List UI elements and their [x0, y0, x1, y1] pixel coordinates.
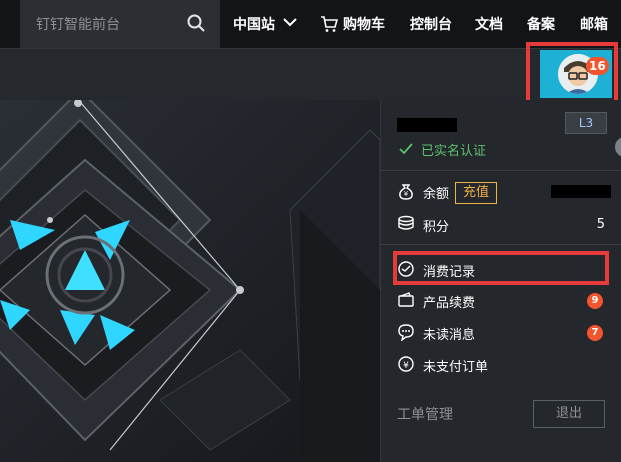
unpaid-orders-label: 未支付订单: [423, 360, 489, 375]
messages-label: 未读消息: [423, 328, 476, 343]
consumption-highlight-frame: [393, 251, 609, 285]
wallet-icon: [398, 292, 414, 307]
menu-item-points[interactable]: 积分: [397, 213, 609, 237]
logout-button[interactable]: 退出: [533, 400, 605, 428]
coin-stack-icon: [398, 215, 414, 230]
balance-value-redacted: [551, 185, 611, 198]
messages-count-badge: 7: [587, 325, 603, 341]
points-label: 积分: [423, 220, 450, 235]
workorder-link[interactable]: 工单管理: [397, 404, 453, 424]
docs-link[interactable]: 文档: [475, 14, 503, 34]
region-selector[interactable]: 中国站: [233, 14, 275, 34]
cart-link[interactable]: 购物车: [343, 14, 385, 34]
verified-status: 已实名认证: [399, 140, 486, 159]
balance-label: 余额: [423, 187, 450, 202]
member-level-badge[interactable]: L3: [565, 112, 607, 134]
mail-link[interactable]: 邮箱: [580, 14, 608, 34]
top-nav-bar: 钉钉智能前台 中国站 购物车 控制台 文档 备案 邮箱: [0, 0, 621, 48]
chat-bubble-icon: [398, 324, 414, 341]
yen-circle-icon: ¥: [398, 356, 414, 372]
money-bag-icon: ¥: [399, 184, 413, 200]
renewal-label: 产品续费: [423, 296, 476, 311]
hero-banner-art: [0, 100, 380, 462]
console-link[interactable]: 控制台: [410, 14, 452, 34]
menu-item-messages[interactable]: 未读消息 7: [397, 321, 609, 345]
cart-icon[interactable]: [320, 15, 338, 33]
chevron-down-icon[interactable]: [283, 17, 297, 27]
topup-button[interactable]: 充值: [455, 182, 497, 204]
search-input[interactable]: 钉钉智能前台: [36, 14, 120, 34]
filing-link[interactable]: 备案: [527, 14, 555, 34]
renewal-count-badge: 9: [587, 293, 603, 309]
username-redacted: [397, 118, 457, 132]
abstract-cube-illustration: [0, 100, 380, 462]
verified-text: 已实名认证: [421, 144, 487, 159]
check-icon: [399, 143, 413, 155]
avatar-highlight-frame: [526, 42, 618, 106]
svg-text:¥: ¥: [404, 190, 409, 198]
svg-text:¥: ¥: [403, 361, 409, 371]
menu-item-unpaid-orders[interactable]: ¥ 未支付订单: [397, 353, 609, 377]
divider: [381, 170, 621, 171]
menu-item-renewal[interactable]: 产品续费 9: [397, 289, 609, 313]
search-icon[interactable]: [186, 13, 206, 33]
search-box[interactable]: 钉钉智能前台: [20, 0, 220, 48]
divider: [381, 244, 621, 245]
points-value: 5: [596, 217, 605, 232]
